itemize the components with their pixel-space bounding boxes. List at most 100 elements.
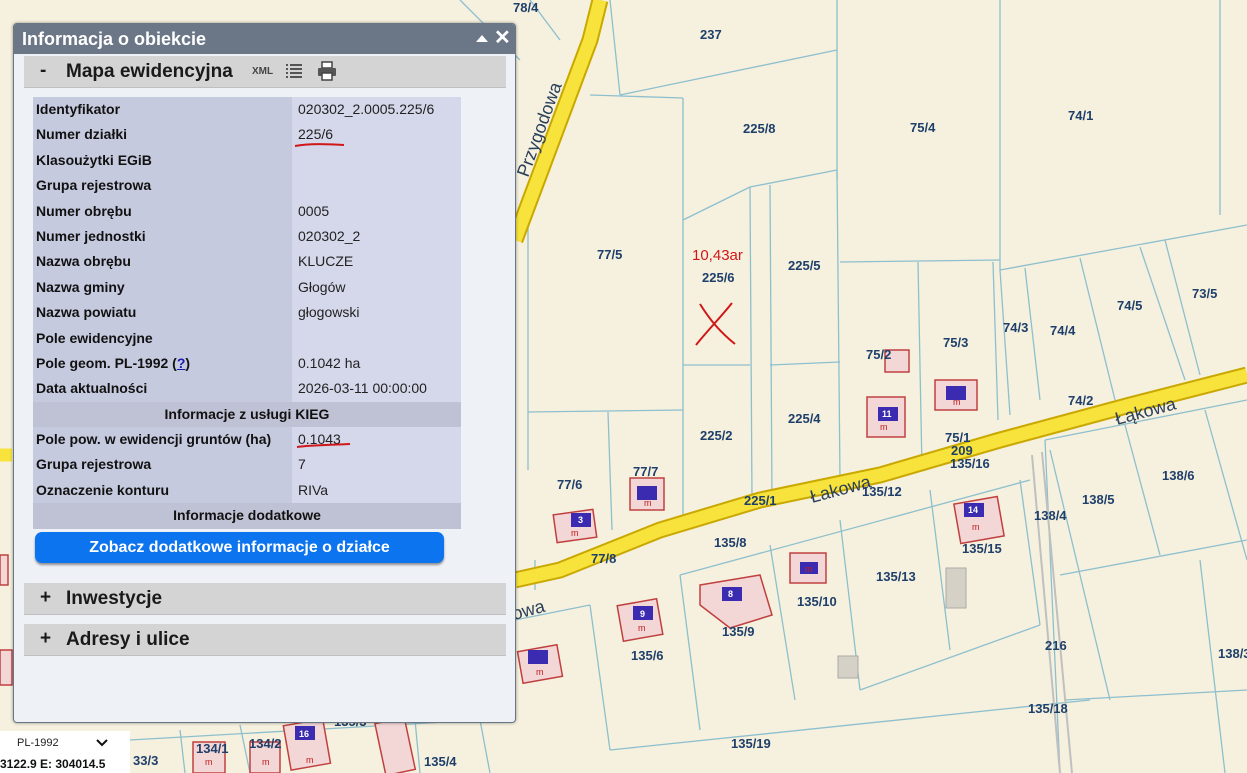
table-row: Klasoużytki EGiB	[33, 147, 461, 174]
panel-header: Informacja o obiekcie ✕	[14, 24, 515, 54]
parcel-label: 135/6	[631, 648, 664, 663]
table-row: Pole pow. w ewidencji gruntów (ha) 0.1043	[33, 427, 461, 453]
section-toggle-sign[interactable]: +	[40, 587, 51, 609]
panel-title: Informacja o obiekcie	[22, 29, 207, 49]
parcel-label: 74/1	[1068, 108, 1093, 123]
svg-text:9: 9	[640, 609, 645, 619]
section-toggle-sign[interactable]: +	[40, 628, 51, 650]
parcel-label: 78/4	[513, 0, 539, 15]
crs-selector[interactable]: PL-1992	[0, 731, 130, 758]
section-inwestycje[interactable]: + Inwestycje	[24, 583, 506, 615]
row-label: Pole geom. PL-1992 (?)	[33, 350, 292, 377]
parcel-label: 216	[1045, 638, 1067, 653]
row-label: Pole ewidencyjne	[33, 325, 292, 351]
xml-export-icon[interactable]: XML	[252, 66, 273, 77]
svg-text:16: 16	[299, 729, 309, 739]
parcel-label: 77/6	[557, 477, 582, 492]
red-underline-mark	[296, 443, 351, 448]
list-icon[interactable]	[285, 62, 303, 80]
section-mapa-ewidencyjna[interactable]: - Mapa ewidencyjna XML	[24, 56, 506, 88]
svg-text:m: m	[205, 757, 213, 767]
parcel-label: 77/8	[591, 551, 616, 566]
parcel-label: 134/1	[196, 741, 229, 756]
more-info-button[interactable]: Zobacz dodatkowe informacje o działce	[35, 532, 444, 563]
table-row: Nazwa obrębu KLUCZE	[33, 249, 461, 275]
row-label: Numer obrębu	[33, 198, 292, 224]
row-value: 020302_2.0005.225/6	[292, 97, 461, 123]
svg-text:m: m	[571, 528, 579, 538]
parcel-label: 225/2	[700, 428, 733, 443]
parcel-label: 135/19	[731, 736, 771, 751]
section-adresy[interactable]: + Adresy i ulice	[24, 624, 506, 656]
row-value: 020302_2	[292, 223, 461, 250]
parcel-label: 138/4	[1034, 508, 1067, 523]
row-value	[292, 147, 461, 174]
parcel-label: 225/8	[743, 121, 776, 136]
parcel-label: 225/1	[744, 493, 777, 508]
section-title-mapa[interactable]: Mapa ewidencyjna	[66, 61, 233, 83]
row-label: Grupa rejestrowa	[33, 452, 292, 478]
parcel-label: 74/2	[1068, 393, 1093, 408]
section-title-adresy[interactable]: Adresy i ulice	[66, 629, 190, 651]
parcel-label: 77/5	[597, 247, 622, 262]
parcel-label: 74/4	[1050, 323, 1076, 338]
svg-text:m: m	[536, 667, 544, 677]
row-value: 0005	[292, 198, 461, 224]
row-value: RIVa	[292, 477, 461, 504]
row-value: 2026-03-11 00:00:00	[292, 376, 461, 402]
parcel-label: 135/9	[722, 624, 755, 639]
parcel-label: 77/7	[633, 464, 658, 479]
parcel-label: 134/2	[249, 736, 282, 751]
parcel-label: 237	[700, 27, 722, 42]
parcel-label: 75/4	[910, 120, 936, 135]
row-label: Nazwa gminy	[33, 274, 292, 301]
svg-text:m: m	[644, 498, 652, 508]
svg-text:m: m	[262, 757, 270, 767]
row-label: Numer działki	[33, 122, 292, 148]
row-label: Grupa rejestrowa	[33, 173, 292, 199]
section-title-inwestycje[interactable]: Inwestycje	[66, 588, 162, 610]
row-label: Nazwa powiatu	[33, 300, 292, 326]
row-label: Data aktualności	[33, 376, 292, 402]
table-row: Numer jednostki 020302_2	[33, 223, 461, 250]
parcel-label: 138/5	[1082, 492, 1115, 507]
parcel-label: 75/2	[866, 347, 891, 362]
svg-text:m: m	[953, 397, 961, 407]
svg-text:m: m	[880, 422, 888, 432]
table-row: Oznaczenie konturu RIVa	[33, 477, 461, 504]
svg-text:m: m	[972, 522, 980, 532]
parcel-label: 135/4	[424, 754, 457, 769]
row-label: Klasoużytki EGiB	[33, 147, 292, 174]
svg-text:3: 3	[578, 515, 583, 525]
red-underline-mark	[294, 143, 345, 147]
parcel-label: 225/5	[788, 258, 821, 273]
attribute-table: Identyfikator 020302_2.0005.225/6 Numer d…	[33, 97, 461, 529]
row-label: Oznaczenie konturu	[33, 477, 292, 504]
parcel-label: 75/3	[943, 335, 968, 350]
area-annotation: 10,43ar	[692, 247, 743, 264]
print-icon[interactable]	[317, 61, 337, 81]
parcel-label: 33/3	[133, 753, 158, 768]
kieg-heading: Informacje z usługi KIEG	[33, 401, 461, 428]
close-panel-icon[interactable]: ✕	[494, 28, 511, 48]
row-value	[292, 173, 461, 199]
row-label: Numer jednostki	[33, 223, 292, 250]
table-row: Numer działki 225/6	[33, 122, 461, 148]
object-info-panel: Informacja o obiekcie ✕ - Mapa ewidencyj…	[13, 23, 516, 723]
parcel-label: 138/3	[1218, 646, 1247, 661]
section-toggle-sign[interactable]: -	[40, 60, 46, 82]
svg-text:11: 11	[882, 409, 892, 419]
collapse-panel-icon[interactable]	[475, 31, 489, 45]
chevron-down-icon[interactable]	[96, 738, 108, 748]
crs-selected-value[interactable]: PL-1992	[17, 737, 59, 749]
svg-text:m: m	[638, 623, 646, 633]
parcel-label: 74/5	[1117, 298, 1142, 313]
table-row: Grupa rejestrowa 7	[33, 452, 461, 478]
parcel-label: 225/6	[702, 270, 735, 285]
row-label: Nazwa obrębu	[33, 249, 292, 275]
parcel-label: 135/12	[862, 484, 902, 499]
table-row: Nazwa gminy Głogów	[33, 274, 461, 301]
parcel-label: 138/6	[1162, 468, 1195, 483]
table-row: Grupa rejestrowa	[33, 173, 461, 199]
kieg-heading-row: Informacje z usługi KIEG	[33, 401, 461, 428]
